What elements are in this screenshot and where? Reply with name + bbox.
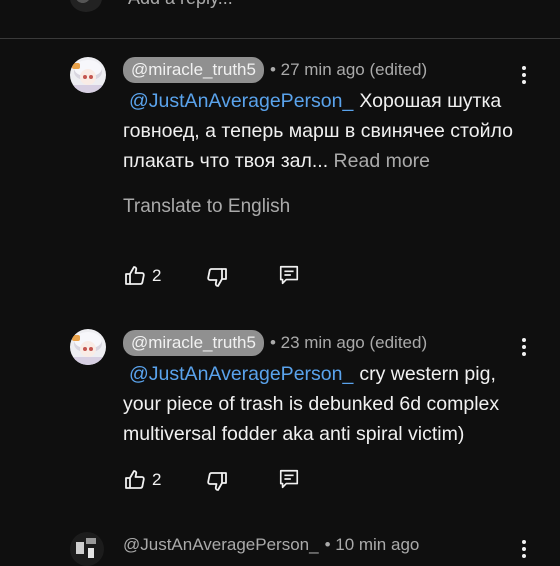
thumbs-up-icon[interactable] bbox=[123, 264, 147, 288]
avatar-eye bbox=[83, 347, 87, 351]
reply-bar: Add a reply... bbox=[0, 0, 560, 39]
comment-reply-icon[interactable] bbox=[278, 468, 300, 490]
comment-text: @JustAnAveragePerson_ cry western pig, yo… bbox=[123, 359, 523, 449]
add-reply-input[interactable]: Add a reply... bbox=[128, 0, 233, 9]
comment-header: @JustAnAveragePerson_ • 10 min ago bbox=[123, 532, 419, 558]
avatar[interactable] bbox=[70, 57, 106, 93]
author-handle[interactable]: @JustAnAveragePerson_ bbox=[123, 532, 319, 558]
comment-header: @miracle_truth5 • 27 min ago (edited) bbox=[123, 57, 427, 83]
avatar-bow bbox=[72, 335, 80, 341]
avatar-eye bbox=[89, 75, 93, 79]
like-count: 2 bbox=[152, 266, 162, 285]
like-count: 2 bbox=[152, 470, 162, 489]
comment-text: @JustAnAveragePerson_ Хорошая шутка говно… bbox=[123, 86, 523, 176]
avatar-eye bbox=[89, 347, 93, 351]
avatar[interactable] bbox=[70, 329, 106, 365]
translate-link[interactable]: Translate to English bbox=[123, 196, 290, 218]
avatar-bow bbox=[72, 63, 80, 69]
avatar-pixel bbox=[88, 548, 94, 558]
avatar-collar bbox=[74, 357, 102, 365]
kebab-menu-icon[interactable] bbox=[518, 64, 530, 86]
read-more-link[interactable]: Read more bbox=[334, 150, 430, 172]
kebab-menu-icon[interactable] bbox=[518, 336, 530, 358]
kebab-menu-icon[interactable] bbox=[518, 538, 530, 560]
author-handle[interactable]: @miracle_truth5 bbox=[123, 57, 264, 83]
author-handle[interactable]: @miracle_truth5 bbox=[123, 330, 264, 356]
mention-link[interactable]: @JustAnAveragePerson_ bbox=[129, 363, 353, 385]
comment-header: @miracle_truth5 • 23 min ago (edited) bbox=[123, 330, 427, 356]
comment-meta: • 23 min ago (edited) bbox=[269, 333, 428, 352]
thumbs-up-icon[interactable] bbox=[123, 468, 147, 492]
avatar[interactable] bbox=[70, 532, 104, 566]
comment-meta: • 27 min ago (edited) bbox=[269, 60, 428, 79]
comment-meta: • 10 min ago bbox=[324, 535, 420, 554]
avatar-collar bbox=[74, 85, 102, 93]
avatar-eye bbox=[83, 75, 87, 79]
thumbs-down-icon[interactable] bbox=[205, 469, 229, 493]
mention-link[interactable]: @JustAnAveragePerson_ bbox=[129, 90, 353, 112]
avatar-pixel bbox=[76, 542, 84, 554]
thumbs-down-icon[interactable] bbox=[205, 265, 229, 289]
avatar-pixel bbox=[86, 538, 96, 544]
reply-avatar bbox=[70, 0, 102, 12]
comment-reply-icon[interactable] bbox=[278, 264, 300, 286]
